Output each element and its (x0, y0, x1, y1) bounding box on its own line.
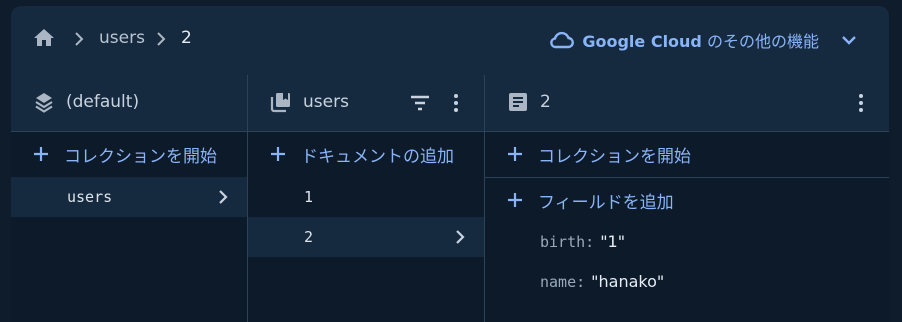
start-subcollection-label: コレクションを開始 (538, 146, 691, 167)
field-key: name: (540, 273, 586, 291)
breadcrumb: users 2 Google Cloud のその他の機能 (11, 6, 889, 75)
add-document-button[interactable]: ドキュメントの追加 (248, 132, 484, 176)
data-panels: (default) コレクションを開始 users users ドキュメントの追… (11, 75, 889, 322)
document-item-label: 2 (304, 228, 314, 246)
document-icon (509, 93, 527, 111)
field-row-birth[interactable]: birth: "1" (540, 232, 625, 256)
start-subcollection-button[interactable]: コレクションを開始 (485, 132, 889, 176)
collection-column-header: users (248, 75, 484, 131)
stack-icon (35, 93, 53, 113)
chevron-right-icon (75, 32, 84, 46)
more-vert-icon[interactable] (849, 91, 873, 115)
collection-title: users (303, 92, 349, 112)
plus-icon (508, 147, 522, 161)
add-document-label: ドキュメントの追加 (301, 146, 454, 167)
plus-icon (271, 147, 285, 161)
chevron-right-icon (157, 32, 166, 46)
document-item-label: 1 (304, 188, 314, 206)
collection-column: users ドキュメントの追加 1 2 (248, 75, 484, 322)
more-vert-icon[interactable] (444, 91, 468, 115)
root-column: (default) コレクションを開始 users (11, 75, 247, 322)
root-column-header: (default) (11, 75, 247, 131)
filter-icon[interactable] (408, 91, 432, 115)
breadcrumb-item-doc[interactable]: 2 (181, 28, 192, 48)
field-key: birth: (540, 233, 595, 251)
more-features-label: のその他の機能 (706, 32, 819, 51)
collection-item-users[interactable]: users (11, 177, 247, 217)
field-value: "1" (600, 232, 626, 251)
document-item-1[interactable]: 1 (248, 177, 484, 217)
document-item-2[interactable]: 2 (248, 217, 484, 257)
chevron-right-icon (456, 230, 465, 244)
root-title: (default) (66, 92, 140, 112)
breadcrumb-item-users[interactable]: users (99, 28, 145, 48)
document-column: 2 コレクションを開始 フィールドを追加 birth: "1" name: "han… (485, 75, 889, 322)
plus-icon (34, 147, 48, 161)
google-cloud-label: Google Cloud (582, 32, 702, 51)
start-collection-button[interactable]: コレクションを開始 (11, 132, 247, 176)
home-icon[interactable] (31, 26, 57, 50)
collection-item-label: users (67, 188, 113, 206)
collection-icon (270, 93, 290, 113)
cloud-icon (550, 31, 575, 49)
add-field-label: フィールドを追加 (538, 192, 674, 213)
chevron-right-icon (219, 190, 228, 204)
field-row-name[interactable]: name: "hanako" (540, 272, 664, 296)
document-title: 2 (540, 92, 551, 112)
google-cloud-more-button[interactable]: Google Cloud のその他の機能 (548, 26, 859, 54)
plus-icon (508, 193, 522, 207)
header-divider (11, 131, 889, 132)
chevron-down-icon (842, 36, 856, 45)
document-column-header: 2 (485, 75, 889, 131)
add-field-button[interactable]: フィールドを追加 (485, 178, 889, 222)
field-value: "hanako" (591, 272, 665, 291)
start-collection-label: コレクションを開始 (64, 146, 217, 167)
